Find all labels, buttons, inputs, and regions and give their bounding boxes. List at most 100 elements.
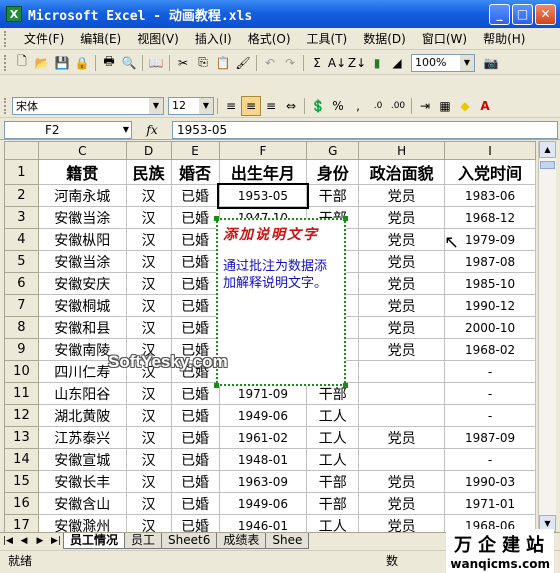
toolbar-grip[interactable] [4, 97, 8, 114]
fx-icon[interactable]: fx [132, 123, 172, 137]
table-cell[interactable]: 江苏泰兴 [37, 426, 127, 449]
table-cell[interactable]: 党员 [358, 316, 446, 339]
table-cell[interactable]: 已婚 [170, 228, 220, 251]
zoom-select[interactable]: 100% ▼ [411, 53, 475, 72]
sheet-tab-employees[interactable]: 员工情况 [63, 533, 126, 549]
row-header[interactable]: 8 [4, 316, 39, 339]
copy-icon[interactable]: ⎘ [193, 53, 213, 73]
table-cell[interactable]: 汉 [125, 316, 172, 339]
format-painter-icon[interactable]: 🖌 [233, 53, 253, 73]
menu-file[interactable]: 文件(F) [16, 30, 72, 47]
chevron-down-icon[interactable]: ▼ [199, 97, 213, 114]
fill-color-icon[interactable]: ◆ [455, 96, 475, 116]
row-header[interactable]: 15 [4, 470, 39, 493]
menu-insert[interactable]: 插入(I) [187, 30, 240, 47]
sheet-tab-sheet6[interactable]: Sheet6 [161, 533, 218, 549]
row-header[interactable]: 12 [4, 404, 39, 427]
borders-icon[interactable]: ▦ [435, 96, 455, 116]
table-cell[interactable]: 已婚 [170, 448, 220, 471]
row-header[interactable]: 1 [4, 159, 39, 185]
table-cell[interactable]: 已婚 [170, 250, 220, 273]
table-cell[interactable]: - [444, 404, 536, 427]
table-cell[interactable]: 1987-08 [444, 250, 536, 273]
table-cell[interactable]: 安徽桐城 [37, 294, 127, 317]
table-cell[interactable]: 党员 [358, 184, 446, 207]
table-cell[interactable]: 已婚 [170, 514, 220, 532]
table-cell[interactable]: 汉 [125, 492, 172, 515]
align-center-icon[interactable]: ≡ [241, 95, 261, 116]
table-cell[interactable]: 2000-10 [444, 316, 536, 339]
table-cell[interactable]: 1990-03 [444, 470, 536, 493]
resize-handle[interactable] [214, 216, 219, 221]
header-cell[interactable]: 身份 [306, 159, 360, 185]
table-cell[interactable]: 汉 [125, 272, 172, 295]
font-select[interactable]: 宋体 ▼ [12, 96, 164, 115]
row-header[interactable]: 6 [4, 272, 39, 295]
table-cell[interactable]: 已婚 [170, 294, 220, 317]
table-cell[interactable]: 安徽宣城 [37, 448, 127, 471]
table-cell[interactable]: 已婚 [170, 426, 220, 449]
scroll-thumb[interactable] [540, 161, 555, 169]
resize-handle[interactable] [214, 383, 219, 388]
row-header[interactable]: 3 [4, 206, 39, 229]
menu-format[interactable]: 格式(O) [240, 30, 299, 47]
table-cell[interactable]: 党员 [358, 250, 446, 273]
table-cell[interactable]: 安徽当涂 [37, 206, 127, 229]
table-cell[interactable]: 干部 [306, 492, 360, 515]
column-header-d[interactable]: D [125, 141, 172, 160]
chevron-down-icon[interactable]: ▼ [123, 122, 129, 138]
header-cell[interactable]: 政治面貌 [358, 159, 446, 185]
table-cell[interactable]: 党员 [358, 470, 446, 493]
table-cell[interactable]: 安徽滁州 [37, 514, 127, 532]
table-cell[interactable]: 党员 [358, 272, 446, 295]
row-header[interactable]: 14 [4, 448, 39, 471]
row-header[interactable]: 10 [4, 360, 39, 383]
cut-icon[interactable]: ✂ [173, 53, 193, 73]
table-cell[interactable]: - [444, 360, 536, 383]
merge-center-icon[interactable]: ⇔ [281, 96, 301, 116]
table-cell[interactable]: 1990-12 [444, 294, 536, 317]
table-cell[interactable]: - [444, 382, 536, 405]
row-header[interactable]: 5 [4, 250, 39, 273]
table-cell[interactable]: 安徽安庆 [37, 272, 127, 295]
save-icon[interactable]: 💾 [52, 53, 72, 73]
increase-decimal-icon[interactable]: .0 [368, 96, 388, 116]
row-header[interactable]: 4 [4, 228, 39, 251]
resize-handle[interactable] [343, 383, 348, 388]
open-icon[interactable]: 📂 [32, 53, 52, 73]
table-cell[interactable]: 1946-01 [218, 514, 308, 532]
header-cell[interactable]: 入党时间 [444, 159, 536, 185]
sheet-tab-staff[interactable]: 员工 [124, 533, 163, 549]
indent-icon[interactable]: ⇥ [415, 96, 435, 116]
table-cell[interactable]: 1968-02 [444, 338, 536, 361]
table-cell[interactable]: 1949-06 [218, 404, 308, 427]
redo-icon[interactable]: ↷ [280, 53, 300, 73]
row-header[interactable]: 7 [4, 294, 39, 317]
table-cell[interactable]: 汉 [125, 294, 172, 317]
scroll-up-button[interactable]: ▲ [539, 141, 556, 158]
print-preview-icon[interactable]: 🔍 [119, 53, 139, 73]
table-cell[interactable]: 1985-10 [444, 272, 536, 295]
row-header[interactable]: 9 [4, 338, 39, 361]
prev-sheet-icon[interactable]: ◀ [16, 536, 32, 546]
menu-window[interactable]: 窗口(W) [414, 30, 475, 47]
table-cell[interactable]: 1953-05 [217, 182, 309, 209]
table-cell[interactable]: 汉 [125, 250, 172, 273]
row-header[interactable]: 16 [4, 492, 39, 515]
select-all-corner[interactable] [4, 141, 39, 160]
align-left-icon[interactable]: ≡ [221, 96, 241, 116]
sum-icon[interactable]: Σ [307, 53, 327, 73]
drawing-icon[interactable]: ◢ [387, 53, 407, 73]
table-cell[interactable]: 1948-01 [218, 448, 308, 471]
table-cell[interactable]: - [444, 448, 536, 471]
table-cell[interactable]: 已婚 [170, 382, 220, 405]
chevron-down-icon[interactable]: ▼ [149, 97, 163, 114]
new-icon[interactable]: 🗋 [12, 53, 32, 73]
header-cell[interactable]: 婚否 [170, 159, 220, 185]
menu-data[interactable]: 数据(D) [355, 30, 414, 47]
table-cell[interactable]: 山东阳谷 [37, 382, 127, 405]
sheet-tab-more[interactable]: Shee [265, 533, 310, 549]
first-sheet-icon[interactable]: |◀ [0, 536, 16, 546]
row-header[interactable]: 2 [4, 184, 39, 207]
menu-view[interactable]: 视图(V) [129, 30, 187, 47]
